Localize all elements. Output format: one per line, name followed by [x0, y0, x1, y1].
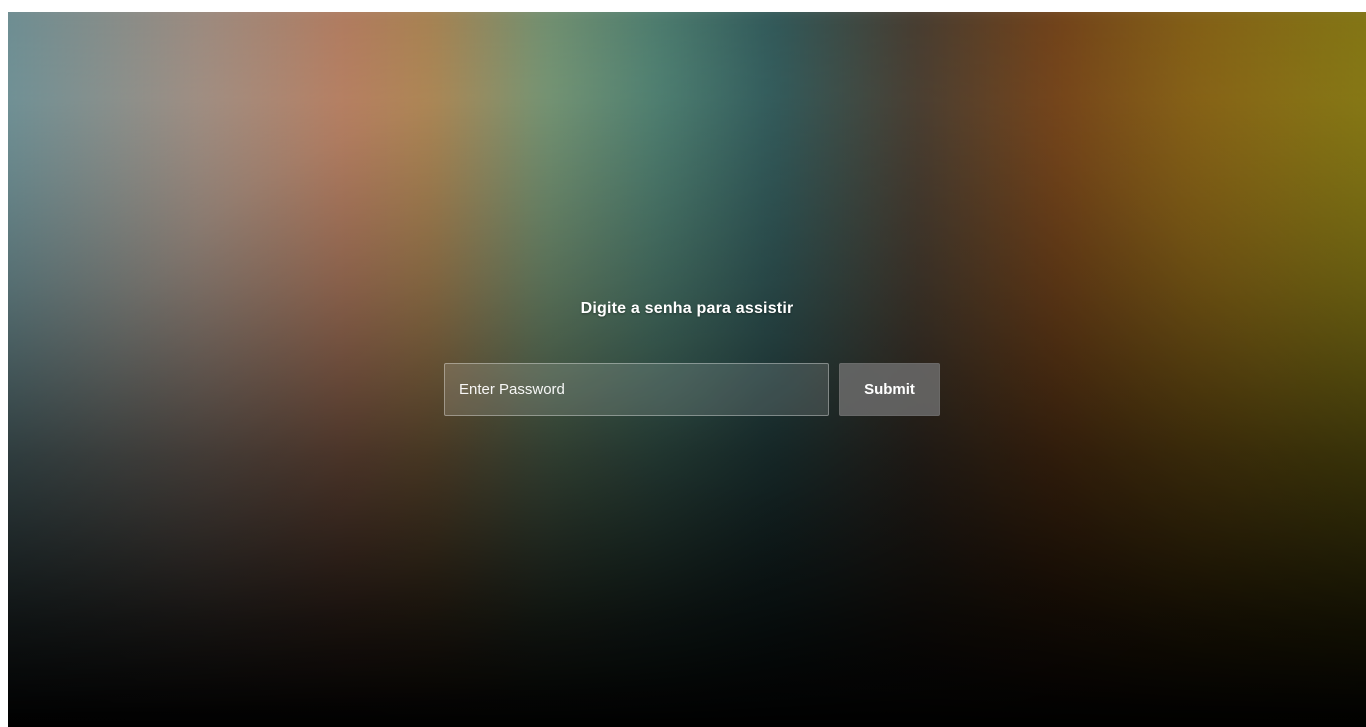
password-gate: Digite a senha para assistir	[8, 300, 1366, 318]
password-input[interactable]	[444, 363, 829, 416]
page-frame: Digite a senha para assistir Submit	[8, 12, 1366, 727]
password-form: Submit	[444, 363, 940, 416]
submit-button[interactable]: Submit	[839, 363, 940, 416]
password-gate-title: Digite a senha para assistir	[580, 300, 794, 317]
